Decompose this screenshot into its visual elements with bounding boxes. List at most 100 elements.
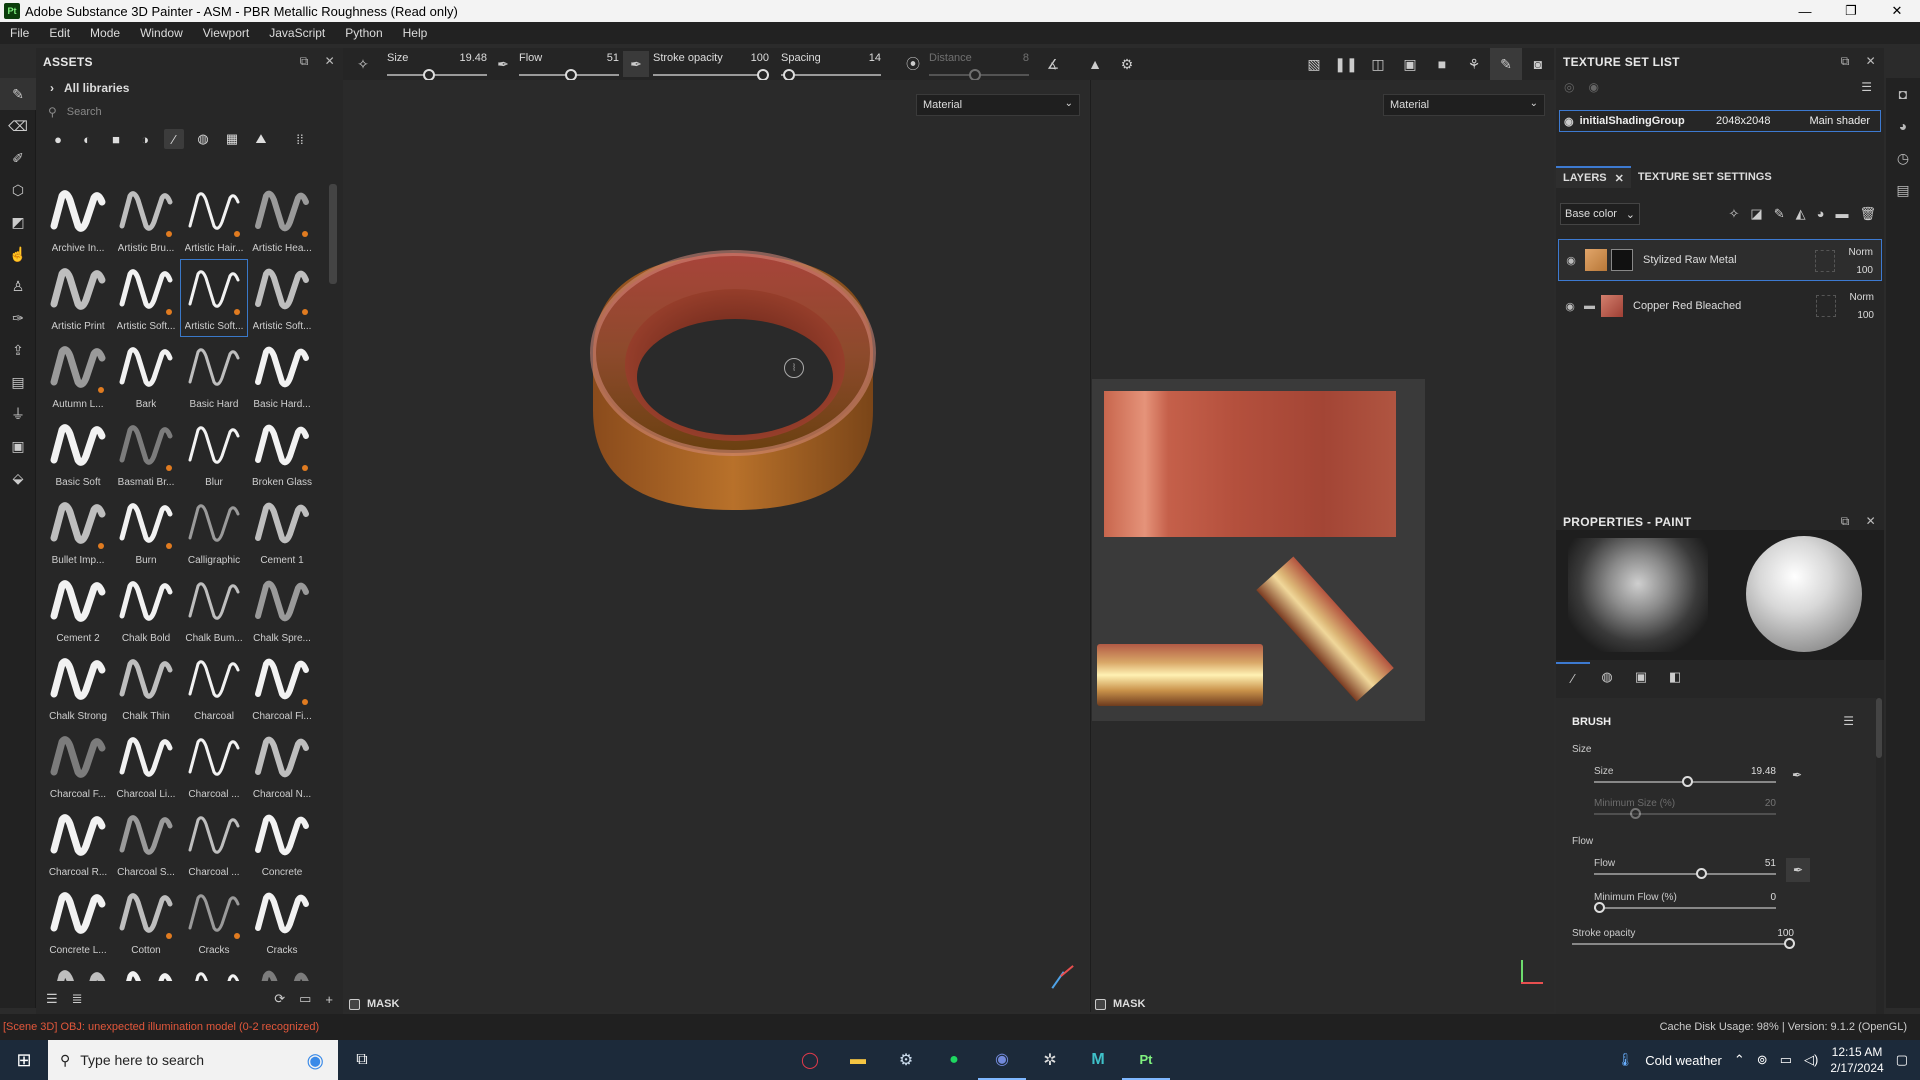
painter-icon[interactable]: Pt bbox=[1122, 1040, 1170, 1080]
minflow-value[interactable]: 0 bbox=[1736, 892, 1776, 903]
export-icon[interactable]: ⇪ bbox=[0, 334, 36, 366]
tray-chevron-icon[interactable]: ⌃ bbox=[1734, 1052, 1745, 1068]
texture-filter-icon[interactable]: ▦ bbox=[222, 129, 242, 149]
brush-item[interactable]: Cotton bbox=[112, 883, 180, 961]
brush-item[interactable]: Burn bbox=[112, 493, 180, 571]
weather-label[interactable]: Cold weather bbox=[1645, 1053, 1722, 1068]
brush-item[interactable]: Basic Soft bbox=[44, 415, 112, 493]
blend-mode[interactable]: Norm bbox=[1850, 289, 1874, 307]
add-icon[interactable]: + bbox=[325, 992, 333, 1007]
environment-filter-icon[interactable]: ⛰ bbox=[251, 129, 271, 149]
flow-slider-knob[interactable] bbox=[1696, 868, 1707, 879]
menu-file[interactable]: File bbox=[0, 26, 39, 40]
brush-item[interactable]: Concrete L... bbox=[44, 883, 112, 961]
flow-slider[interactable] bbox=[1594, 873, 1776, 875]
brush-item[interactable]: Chalk Spre... bbox=[248, 571, 316, 649]
tab-layers[interactable]: LAYERS ✕ bbox=[1556, 166, 1631, 188]
brush-item[interactable]: Calligraphic bbox=[180, 493, 248, 571]
display-settings-icon[interactable]: ◕ bbox=[1886, 110, 1920, 142]
stroke-value[interactable]: 100 bbox=[751, 52, 769, 64]
maximize-button[interactable]: ❐ bbox=[1828, 0, 1874, 22]
polygon-fill-icon[interactable]: ◩ bbox=[0, 206, 36, 238]
geometry-mask-icon[interactable]: ⬡ bbox=[0, 174, 36, 206]
mask-toggle-2d[interactable]: MASK bbox=[1095, 998, 1145, 1010]
mask-checkbox-2d[interactable] bbox=[1095, 998, 1106, 1010]
add-fill-layer-icon[interactable]: ◭ bbox=[1796, 206, 1806, 222]
close-tab-icon[interactable]: ✕ bbox=[1615, 172, 1624, 185]
screenshot-icon[interactable]: ◙ bbox=[1522, 48, 1554, 80]
brush-preset-icon[interactable]: ✧ bbox=[343, 48, 383, 80]
shelf-icon[interactable]: ⬙ bbox=[0, 462, 36, 494]
assets-scrollbar[interactable] bbox=[329, 184, 337, 284]
brush-item[interactable]: Artistic Print bbox=[44, 259, 112, 337]
size-value[interactable]: 19.48 bbox=[1736, 766, 1776, 777]
camera-icon[interactable]: ■ bbox=[1426, 48, 1458, 80]
size-value[interactable]: 19.48 bbox=[459, 52, 487, 64]
size-slider[interactable]: Size 19.48 bbox=[387, 48, 487, 81]
network-icon[interactable]: ▭ bbox=[1780, 1052, 1792, 1068]
spotify-icon[interactable]: ● bbox=[930, 1040, 978, 1080]
minsize-slider[interactable] bbox=[1594, 813, 1776, 815]
undock-icon[interactable]: ⧉ bbox=[1841, 514, 1850, 529]
stroke-opacity-knob[interactable] bbox=[1784, 938, 1795, 949]
brush-item[interactable]: Chalk Strong bbox=[44, 649, 112, 727]
material-mode-select-2d[interactable]: Material ⌄ bbox=[1383, 94, 1545, 116]
mask-filter-icon[interactable]: ■ bbox=[106, 129, 126, 149]
brush-item[interactable]: Cement 1 bbox=[248, 493, 316, 571]
file-explorer-icon[interactable]: ▬ bbox=[834, 1040, 882, 1080]
brush-item[interactable]: Charcoal bbox=[180, 649, 248, 727]
brush-item[interactable]: Charcoal R... bbox=[44, 805, 112, 883]
brush-item[interactable]: Chalk Bum... bbox=[180, 571, 248, 649]
texture-set-shader[interactable]: Main shader bbox=[1809, 115, 1870, 127]
brush-item[interactable]: Blur bbox=[180, 415, 248, 493]
brush-item[interactable] bbox=[44, 961, 112, 981]
brush-item[interactable]: Charcoal ... bbox=[180, 727, 248, 805]
symmetry-icon[interactable]: ▲ bbox=[1079, 48, 1111, 80]
brush-item[interactable]: Artistic Hea... bbox=[248, 181, 316, 259]
bluetooth-icon[interactable]: ⊚ bbox=[1757, 1052, 1768, 1068]
task-view-icon[interactable]: ⧉ bbox=[338, 1040, 386, 1080]
windows-start-icon[interactable]: ⊞ bbox=[0, 1040, 48, 1080]
maya-icon[interactable]: M bbox=[1074, 1040, 1122, 1080]
add-effect-icon[interactable]: ✧ bbox=[1729, 206, 1740, 222]
layer-row[interactable]: ◉ ▬ Copper Red Bleached Norm 100 bbox=[1558, 285, 1882, 327]
refresh-icon[interactable]: ⟳ bbox=[274, 991, 285, 1007]
flow-pressure-icon[interactable]: ✒ bbox=[623, 51, 649, 77]
alpha-tab-icon[interactable]: ◧ bbox=[1658, 662, 1692, 692]
brush-item[interactable]: Cement 2 bbox=[44, 571, 112, 649]
layer-mask-slot[interactable] bbox=[1815, 250, 1835, 272]
search-input[interactable]: Search bbox=[67, 106, 102, 118]
color-picker-icon[interactable]: ✑ bbox=[0, 302, 36, 334]
hide-icon[interactable]: ◎ bbox=[1564, 80, 1574, 94]
eye-icon[interactable]: ◉ bbox=[1561, 254, 1581, 267]
brush-item[interactable]: Charcoal S... bbox=[112, 805, 180, 883]
delete-layer-icon[interactable]: 🗑 bbox=[1859, 206, 1876, 222]
layer-row[interactable]: ◉ Stylized Raw Metal Norm 100 bbox=[1558, 239, 1882, 281]
flow-value[interactable]: 51 bbox=[607, 52, 619, 64]
flow-pressure-icon[interactable]: ✒ bbox=[1786, 858, 1810, 882]
material-tab-icon[interactable]: ◍ bbox=[1590, 662, 1624, 692]
spacing-slider[interactable]: Spacing 14 bbox=[781, 48, 881, 81]
menu-javascript[interactable]: JavaScript bbox=[259, 26, 335, 40]
discord-icon[interactable]: ◉ bbox=[978, 1040, 1026, 1080]
display-settings-icon[interactable]: ▣ bbox=[0, 430, 36, 462]
opera-icon[interactable]: ◯ bbox=[786, 1040, 834, 1080]
brush-menu-icon[interactable]: ☰ bbox=[1843, 714, 1854, 728]
menu-viewport[interactable]: Viewport bbox=[193, 26, 259, 40]
stroke-opacity-slider[interactable]: Stroke opacity 100 bbox=[653, 48, 769, 81]
viewport-2d[interactable]: Material ⌄ MASK bbox=[1090, 80, 1554, 1012]
projection-icon[interactable]: ✐ bbox=[0, 142, 36, 174]
minsize-value[interactable]: 20 bbox=[1736, 798, 1776, 809]
layer-name[interactable]: Stylized Raw Metal bbox=[1643, 254, 1737, 266]
channel-select[interactable]: Base color ⌄ bbox=[1560, 203, 1640, 225]
layer-opacity[interactable]: 100 bbox=[1849, 262, 1873, 280]
material-mode-select-3d[interactable]: Material ⌄ bbox=[916, 94, 1080, 116]
add-paint-layer-icon[interactable]: ✎ bbox=[1774, 206, 1785, 222]
layer-name[interactable]: Copper Red Bleached bbox=[1633, 300, 1741, 312]
brush-item[interactable]: Artistic Hair... bbox=[180, 181, 248, 259]
add-smart-layer-icon[interactable]: ◕ bbox=[1817, 206, 1825, 222]
eraser-icon[interactable]: ⌫ bbox=[0, 110, 36, 142]
pen-pressure-icon[interactable]: ✒ bbox=[487, 48, 519, 80]
flow-value[interactable]: 51 bbox=[1736, 858, 1776, 869]
smudge-icon[interactable]: ☝ bbox=[0, 238, 36, 270]
